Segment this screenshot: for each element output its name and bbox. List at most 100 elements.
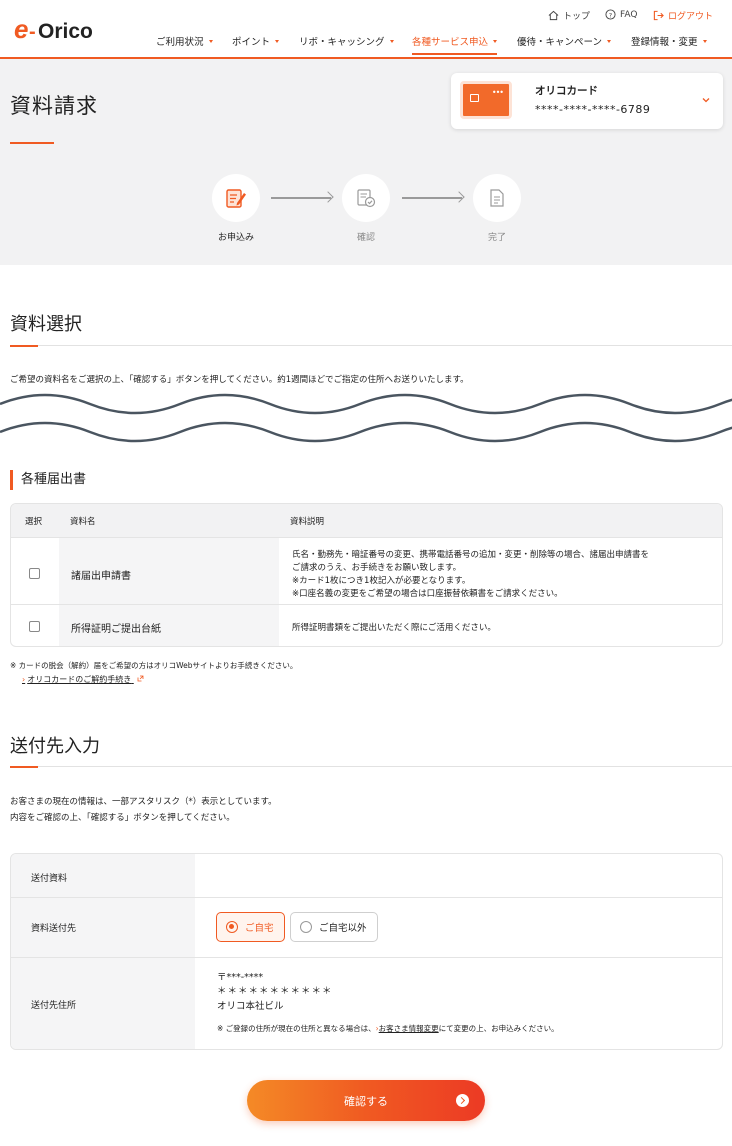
- doc-description: 所得証明書類をご提出いただく際にご活用ください。: [292, 622, 717, 635]
- form-divider: [11, 897, 722, 898]
- title-underline: [10, 142, 54, 144]
- delivery-form: 送付資料 資料送付先 ご自宅 ご自宅以外 送付先住所 〒***-**** ＊＊＊…: [10, 853, 723, 1050]
- radio-home-label: ご自宅: [245, 923, 274, 934]
- caret-down-icon: [702, 39, 707, 43]
- address-label: 送付先住所: [31, 1001, 77, 1011]
- doc-description: 氏名・勤務先・暗証番号の変更、携帯電話番号の追加・変更・削除等の場合、諸届出申請…: [292, 549, 717, 601]
- header-doc-name: 資料名: [70, 517, 96, 527]
- table-row: 所得証明ご提出台紙 所得証明書類をご提出いただく際にご活用ください。: [11, 604, 722, 646]
- delivery-title-rule: [38, 766, 732, 767]
- radio-selected-icon: [226, 921, 238, 933]
- cancel-procedure-link[interactable]: › オリコカードのご解約手続き: [22, 674, 144, 685]
- radio-unselected-icon: [300, 921, 312, 933]
- radio-other-label: ご自宅以外: [319, 923, 367, 934]
- question-icon: ?: [605, 9, 616, 20]
- chevron-down-icon: [702, 98, 710, 103]
- nav-usage-label: ご利用状況: [156, 37, 204, 48]
- home-icon: [548, 10, 559, 21]
- desc-line: 所得証明書類をご提出いただく際にご活用ください。: [292, 623, 496, 633]
- caret-down-icon: [208, 39, 213, 43]
- nav-usage[interactable]: ご利用状況: [156, 34, 213, 48]
- nav-service-label: 各種サービス申込: [412, 37, 489, 48]
- header-doc-desc: 資料説明: [290, 517, 325, 527]
- card-chip-icon: [470, 94, 479, 102]
- address-note-post: にて変更の上、お申込みください。: [438, 1024, 559, 1033]
- desc-line: 氏名・勤務先・暗証番号の変更、携帯電話番号の追加・変更・削除等の場合、諸届出申請…: [292, 550, 650, 560]
- caret-down-icon: [493, 39, 498, 43]
- card-number: ****-****-****-6789: [535, 103, 651, 116]
- address-note: ※ ご登録の住所が現在の住所と異なる場合は、›お客さま情報変更にて変更の上、お申…: [217, 1023, 559, 1034]
- doc-checkbox[interactable]: [29, 568, 40, 579]
- util-top-label: トップ: [563, 12, 591, 22]
- card-dots: •••: [491, 88, 504, 97]
- delivery-title-accent: [10, 766, 38, 768]
- nav-revo-cashing[interactable]: リボ・キャッシング: [299, 34, 394, 48]
- nav-service-apply[interactable]: 各種サービス申込: [412, 34, 498, 55]
- doc-name: 所得証明ご提出台紙: [71, 624, 161, 635]
- nav-points[interactable]: ポイント: [232, 34, 280, 48]
- form-pen-icon: [226, 189, 246, 208]
- page-title: 資料請求: [10, 94, 98, 118]
- postal-code: 〒***-****: [217, 972, 264, 983]
- omission-wave: [0, 393, 732, 443]
- step-apply-label: お申込み: [217, 233, 254, 243]
- address-building: オリコ本社ビル: [217, 1001, 284, 1012]
- step-apply: [212, 174, 260, 222]
- table-header: 選択 資料名 資料説明: [11, 504, 722, 537]
- chevron-right-icon: ›: [22, 675, 26, 684]
- desc-line: ※カード1枚につき1枚記入が必要となります。: [292, 576, 471, 586]
- logout-label: ログアウト: [668, 12, 714, 22]
- main-nav: ご利用状況 ポイント リボ・キャッシング 各種サービス申込 優待・キャンペーン …: [0, 34, 732, 55]
- selection-title-rule: [38, 345, 732, 346]
- site-header: e - Orico トップ ? FAQ ログアウト ご利用状況 ポイント リボ・…: [0, 0, 732, 59]
- header-select: 選択: [25, 517, 43, 527]
- util-top-link[interactable]: トップ: [548, 9, 590, 22]
- confirm-button-label: 確認する: [344, 1094, 388, 1108]
- card-selector[interactable]: ••• オリコカード ****-****-****-6789: [451, 73, 723, 129]
- doc-check-icon: [357, 189, 376, 208]
- doc-name: 諸届出申請書: [71, 571, 131, 582]
- logout-link[interactable]: ログアウト: [653, 9, 713, 22]
- confirm-button[interactable]: 確認する: [247, 1080, 485, 1121]
- selection-title: 資料選択: [10, 314, 82, 335]
- nav-registration-label: 登録情報・変更: [631, 37, 698, 48]
- delivery-intro-1: お客さまの現在の情報は、一部アスタリスク（*）表示としています。: [10, 797, 277, 807]
- destination-label: 資料送付先: [31, 924, 77, 934]
- customer-info-change-link[interactable]: お客さま情報変更: [379, 1024, 439, 1033]
- address-note-pre: ※ ご登録の住所が現在の住所と異なる場合は、: [217, 1024, 376, 1033]
- caret-down-icon: [607, 39, 612, 43]
- form-divider: [11, 957, 722, 958]
- radio-other[interactable]: ご自宅以外: [290, 912, 378, 942]
- caret-down-icon: [389, 39, 394, 43]
- svg-text:?: ?: [609, 11, 612, 19]
- util-faq-link[interactable]: ? FAQ: [605, 9, 637, 20]
- step-complete: [473, 174, 521, 222]
- credit-card-icon: •••: [460, 81, 512, 119]
- desc-line: ご請求のうえ、お手続きをお願い致します。: [292, 563, 462, 573]
- step-confirm: [342, 174, 390, 222]
- nav-revo-label: リボ・キャッシング: [299, 37, 385, 48]
- selection-title-accent: [10, 345, 38, 347]
- cancel-procedure-label: オリコカードのご解約手続き: [27, 675, 132, 684]
- delivery-intro-2: 内容をご確認の上、「確認する」ボタンを押してください。: [10, 813, 235, 823]
- nav-points-label: ポイント: [232, 37, 271, 48]
- logout-icon: [653, 10, 664, 21]
- doc-checkbox[interactable]: [29, 621, 40, 632]
- docs-label: 送付資料: [31, 874, 68, 884]
- nav-registration[interactable]: 登録情報・変更: [631, 34, 707, 48]
- step-arrow-2: [402, 197, 462, 199]
- cancel-note: ※ カードの脱会（解約）届をご希望の方はオリコWebサイトよりお手続きください。: [10, 661, 298, 670]
- step-confirm-label: 確認: [356, 233, 375, 243]
- card-name: オリコカード: [535, 85, 598, 97]
- external-link-icon: [137, 675, 144, 682]
- nav-campaign[interactable]: 優待・キャンペーン: [517, 34, 612, 48]
- address-masked: ＊＊＊＊＊＊＊＊＊＊＊: [217, 986, 333, 997]
- selection-intro: ご希望の資料名をご選択の上、「確認する」ボタンを押してください。約1週間ほどでご…: [10, 375, 469, 385]
- desc-line: ※口座名義の変更をご希望の場合は口座振替依頼書をご請求ください。: [292, 589, 563, 599]
- delivery-title: 送付先入力: [10, 736, 100, 757]
- radio-home[interactable]: ご自宅: [216, 912, 285, 942]
- document-table: 選択 資料名 資料説明 諸届出申請書 氏名・勤務先・暗証番号の変更、携帯電話番号…: [10, 503, 723, 647]
- group-title: 各種届出書: [10, 470, 86, 490]
- doc-icon: [490, 189, 504, 207]
- step-arrow-1: [271, 197, 331, 199]
